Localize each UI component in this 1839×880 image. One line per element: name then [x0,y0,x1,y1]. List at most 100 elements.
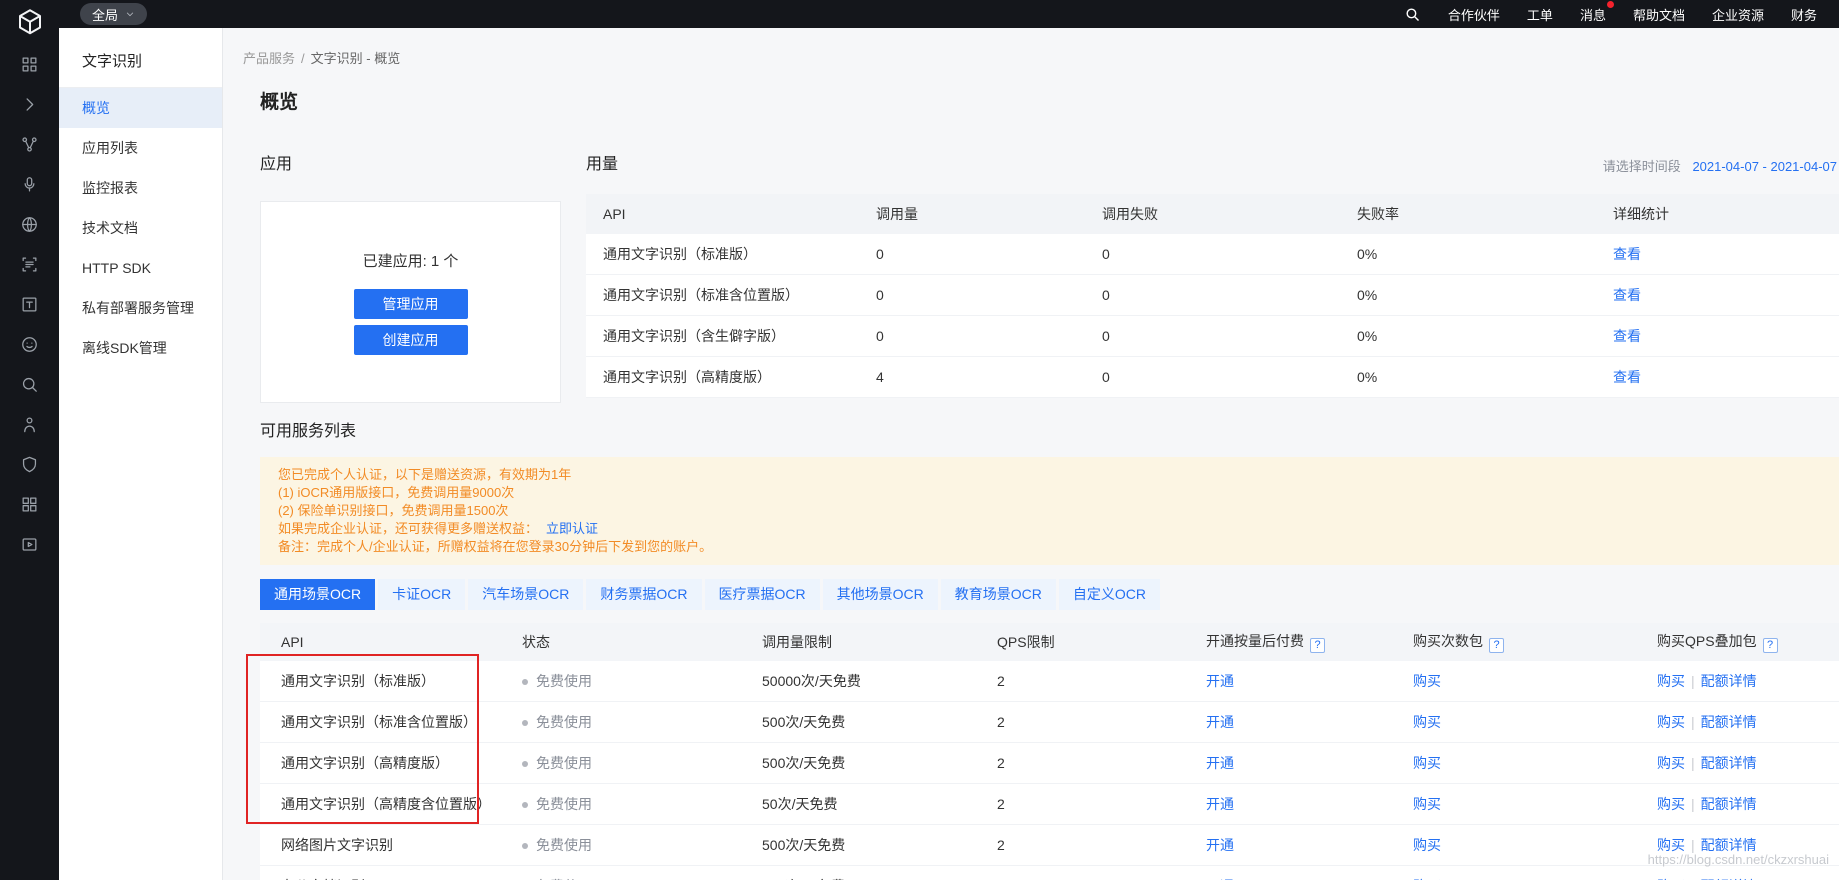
ocr-category-tab[interactable]: 医疗票据OCR [705,579,820,610]
topbar-nav-item[interactable]: 企业资源 [1712,5,1764,24]
topbar-nav-item[interactable]: 消息 [1580,5,1606,24]
create-app-button[interactable]: 创建应用 [354,325,468,355]
usage-table-row: 通用文字识别（含生僻字版） 0 0 0% 查看 [586,316,1839,357]
help-icon[interactable]: ? [1763,638,1778,653]
ocr-category-tab[interactable]: 其他场景OCR [823,579,938,610]
text-recognition-icon[interactable] [0,284,59,324]
services-section: 可用服务列表 您已完成个人认证，以下是赠送资源，有效期为1年(1) iOCR通用… [260,421,1839,880]
quota-detail-link[interactable]: 配额详情 [1701,673,1757,689]
buy-package-link[interactable]: 购买 [1413,837,1441,853]
quota-detail-link[interactable]: 配额详情 [1701,755,1757,771]
help-icon[interactable]: ? [1489,638,1504,653]
link-divider: | [1691,755,1695,771]
open-postpaid-link[interactable]: 开通 [1206,673,1234,689]
buy-qps-package-link[interactable]: 购买 [1657,714,1685,730]
globe-icon[interactable] [0,204,59,244]
service-status: 免费使用 [522,876,762,880]
date-picker-hint: 请选择时间段 [1603,159,1681,174]
content-security-icon[interactable] [0,444,59,484]
service-api-name: 通用文字识别（高精度版） [260,753,522,773]
quota-detail-link[interactable]: 配额详情 [1701,714,1757,730]
ocr-category-tab[interactable]: 通用场景OCR [260,579,375,610]
status-dot-icon [522,843,528,849]
sidebar-item[interactable]: HTTP SDK [59,248,222,288]
topbar-nav-item-label: 帮助文档 [1633,8,1685,23]
breadcrumb-root[interactable]: 产品服务 [243,51,295,66]
ocr-category-tab[interactable]: 教育场景OCR [941,579,1056,610]
apps-grid-icon[interactable] [0,44,59,84]
product-sidebar: 文字识别 概览应用列表监控报表技术文档HTTP SDK私有部署服务管理离线SDK… [59,28,223,880]
notice-line: (1) iOCR通用版接口，免费调用量9000次 [278,484,1821,502]
ocr-category-tab[interactable]: 财务票据OCR [586,579,701,610]
service-quota: 50000次/天免费 [762,671,997,691]
certify-now-link[interactable]: 立即认证 [546,521,598,536]
ocr-scan-icon[interactable] [0,244,59,284]
body-analysis-icon[interactable] [0,404,59,444]
services-col-quota: 调用量限制 [762,632,997,652]
open-postpaid-link[interactable]: 开通 [1206,796,1234,812]
date-range-value[interactable]: 2021-04-07 - 2021-04-07 [1692,159,1837,174]
services-col-qps: QPS限制 [997,632,1206,652]
view-stats-link[interactable]: 查看 [1613,246,1641,262]
buy-qps-package-link[interactable]: 购买 [1657,796,1685,812]
baidu-cloud-logo-icon[interactable] [0,0,59,44]
service-status: 免费使用 [522,753,762,773]
view-stats-link[interactable]: 查看 [1613,369,1641,385]
workflow-icon[interactable] [0,124,59,164]
buy-package-link[interactable]: 购买 [1413,755,1441,771]
sidebar-item[interactable]: 私有部署服务管理 [59,288,222,328]
notice-lines: 您已完成个人认证，以下是赠送资源，有效期为1年(1) iOCR通用版接口，免费调… [278,466,1821,520]
ocr-category-tab[interactable]: 卡证OCR [378,579,465,610]
services-col-qps-package-label: 购买QPS叠加包 [1657,633,1757,649]
scope-selector[interactable]: 全局 [80,3,147,25]
sidebar-item[interactable]: 概览 [59,88,222,128]
help-icon[interactable]: ? [1310,638,1325,653]
sidebar-item[interactable]: 监控报表 [59,168,222,208]
view-stats-link[interactable]: 查看 [1613,287,1641,303]
usage-section: 用量 请选择时间段 2021-04-07 - 2021-04-07 API 调用… [586,154,1839,403]
service-status-label: 免费使用 [536,673,592,689]
sidebar-item[interactable]: 技术文档 [59,208,222,248]
built-apps-value: 1 个 [431,253,459,270]
image-search-icon[interactable] [0,364,59,404]
open-postpaid-link[interactable]: 开通 [1206,714,1234,730]
face-recognition-icon[interactable] [0,324,59,364]
buy-qps-package-link[interactable]: 购买 [1657,755,1685,771]
usage-table-row: 通用文字识别（标准版） 0 0 0% 查看 [586,234,1839,275]
link-divider: | [1691,673,1695,689]
sidebar-item[interactable]: 应用列表 [59,128,222,168]
ocr-category-tab[interactable]: 自定义OCR [1059,579,1160,610]
topbar-nav-item-label: 财务 [1791,8,1817,23]
open-postpaid-link[interactable]: 开通 [1206,837,1234,853]
topbar-nav-item-label: 合作伙伴 [1448,8,1500,23]
search-icon[interactable] [1404,6,1421,23]
buy-package-link[interactable]: 购买 [1413,673,1441,689]
topbar-nav-item[interactable]: 工单 [1527,5,1553,24]
products-grid-icon[interactable] [0,484,59,524]
buy-qps-package-link[interactable]: 购买 [1657,673,1685,689]
manage-app-button[interactable]: 管理应用 [354,289,468,319]
left-icon-rail [0,0,59,880]
ocr-category-tab[interactable]: 汽车场景OCR [468,579,583,610]
services-col-api: API [260,634,522,650]
service-quota: 500次/天免费 [762,835,997,855]
quota-detail-link[interactable]: 配额详情 [1701,796,1757,812]
usage-col-fails: 调用失败 [1102,204,1357,224]
media-play-icon[interactable] [0,524,59,564]
buy-package-link[interactable]: 购买 [1413,714,1441,730]
usage-calls-value: 0 [876,328,1102,344]
service-status-label: 免费使用 [536,755,592,771]
open-postpaid-link[interactable]: 开通 [1206,755,1234,771]
buy-qps-package-link[interactable]: 购买 [1657,837,1685,853]
collapse-chevron-icon[interactable] [0,84,59,124]
usage-table-row: 通用文字识别（高精度版） 4 0 0% 查看 [586,357,1839,398]
sidebar-item[interactable]: 离线SDK管理 [59,328,222,368]
topbar-nav-item[interactable]: 帮助文档 [1633,5,1685,24]
topbar-nav-item[interactable]: 合作伙伴 [1448,5,1500,24]
topbar-nav-item[interactable]: 财务 [1791,5,1817,24]
buy-package-link[interactable]: 购买 [1413,796,1441,812]
quota-detail-link[interactable]: 配额详情 [1701,837,1757,853]
link-divider: | [1691,796,1695,812]
voice-icon[interactable] [0,164,59,204]
view-stats-link[interactable]: 查看 [1613,328,1641,344]
